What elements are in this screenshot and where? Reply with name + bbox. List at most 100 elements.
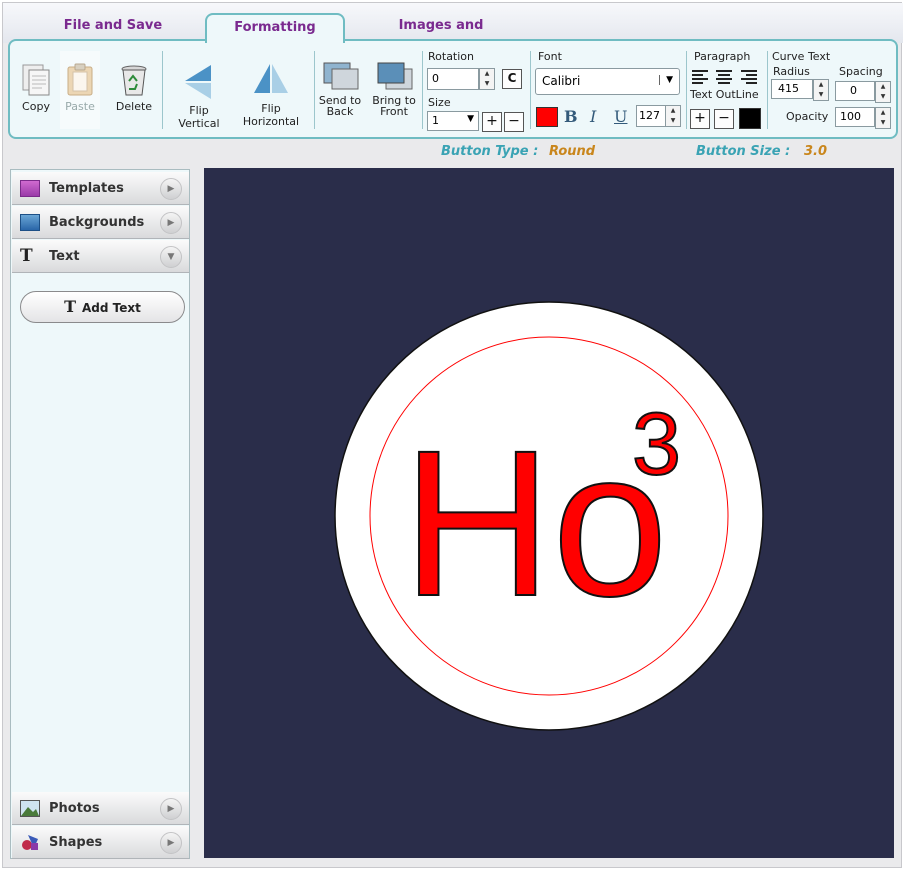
rotation-stepper[interactable]: ▲ ▼ bbox=[479, 68, 495, 90]
outline-increase-button[interactable]: + bbox=[690, 109, 710, 129]
radius-input[interactable]: 415 bbox=[771, 79, 813, 99]
tab-formatting[interactable]: Formatting bbox=[205, 13, 345, 43]
chevron-down-icon: ▼ bbox=[659, 75, 673, 85]
design-canvas[interactable]: Ho 3 bbox=[204, 168, 894, 858]
paragraph-label: Paragraph bbox=[694, 50, 751, 63]
plus-icon: + bbox=[486, 113, 498, 129]
underline-button[interactable]: U bbox=[614, 107, 627, 126]
size-increase-button[interactable]: + bbox=[482, 112, 502, 132]
clipboard-icon bbox=[67, 63, 93, 96]
opacity-input[interactable]: 100 bbox=[835, 107, 875, 127]
bring-to-front-icon bbox=[377, 62, 413, 90]
photos-icon bbox=[20, 800, 40, 817]
send-to-back-icon bbox=[323, 62, 359, 90]
text-icon: T bbox=[20, 246, 33, 266]
spacing-stepper[interactable]: ▲ ▼ bbox=[875, 81, 891, 103]
minus-icon: − bbox=[718, 110, 730, 126]
curve-text-label: Curve Text bbox=[772, 50, 831, 63]
divider bbox=[422, 51, 423, 129]
align-center-icon[interactable] bbox=[716, 68, 732, 84]
rotation-label: Rotation bbox=[428, 50, 475, 63]
align-left-icon[interactable] bbox=[692, 68, 708, 84]
text-icon: T bbox=[64, 297, 77, 316]
opacity-label: Opacity bbox=[786, 110, 829, 123]
sidebar-item-text[interactable]: T Text ▼ bbox=[12, 240, 189, 273]
chevron-down-icon: ▼ bbox=[160, 246, 182, 268]
templates-icon bbox=[20, 180, 40, 197]
size-select[interactable]: 1 ▼ bbox=[427, 111, 479, 131]
sidebar-item-label: Backgrounds bbox=[49, 215, 145, 230]
sidebar-item-label: Text bbox=[49, 249, 80, 264]
main-text[interactable]: Ho bbox=[401, 407, 669, 641]
button-size-label: Button Size : bbox=[696, 144, 791, 159]
sidebar-item-label: Templates bbox=[49, 181, 124, 196]
size-decrease-button[interactable]: − bbox=[504, 112, 524, 132]
delete-button[interactable]: Delete bbox=[114, 63, 154, 113]
sidebar-item-label: Photos bbox=[49, 801, 100, 816]
divider bbox=[767, 51, 768, 129]
app-window: File and Save Formatting Images and Shap… bbox=[2, 2, 903, 868]
button-preview: Ho 3 bbox=[334, 301, 764, 731]
delete-label: Delete bbox=[115, 100, 153, 113]
font-label: Font bbox=[538, 50, 562, 63]
recycle-bin-icon bbox=[121, 65, 147, 96]
bring-to-front-label-2: Front bbox=[380, 105, 408, 118]
size-label: Size bbox=[428, 96, 451, 109]
copy-label: Copy bbox=[22, 100, 50, 113]
chevron-down-icon: ▼ bbox=[467, 114, 474, 124]
rotation-input[interactable]: 0 bbox=[427, 68, 479, 90]
radius-label: Radius bbox=[773, 65, 810, 78]
flip-horizontal-label: Flip Horizontal bbox=[242, 102, 300, 128]
paste-button[interactable]: Paste bbox=[60, 51, 100, 129]
copy-button[interactable]: Copy bbox=[16, 63, 56, 113]
italic-button[interactable]: I bbox=[590, 107, 596, 126]
add-text-label: Add Text bbox=[82, 301, 141, 315]
radius-stepper[interactable]: ▲ ▼ bbox=[813, 79, 829, 101]
outline-decrease-button[interactable]: − bbox=[714, 109, 734, 129]
font-size-stepper[interactable]: ▲ ▼ bbox=[665, 105, 681, 127]
sidebar-item-label: Shapes bbox=[49, 835, 103, 850]
plus-icon: + bbox=[694, 110, 706, 126]
text-color-swatch[interactable] bbox=[536, 107, 558, 127]
sidebar-item-photos[interactable]: Photos ▶ bbox=[12, 792, 189, 825]
superscript-text[interactable]: 3 bbox=[631, 393, 682, 494]
rotation-clear-button[interactable]: C bbox=[502, 69, 522, 89]
paste-label: Paste bbox=[65, 100, 95, 113]
divider bbox=[530, 51, 531, 129]
flip-horizontal-button[interactable]: Flip Horizontal bbox=[234, 61, 308, 128]
sidebar: Templates ▶ Backgrounds ▶ T Text ▼ T Add … bbox=[10, 169, 190, 859]
bring-to-front-button[interactable]: Bring to Front bbox=[370, 59, 418, 117]
bold-button[interactable]: B bbox=[564, 107, 578, 126]
text-outline-label: Text OutLine bbox=[690, 88, 759, 101]
sidebar-item-shapes[interactable]: Shapes ▶ bbox=[12, 826, 189, 859]
chevron-right-icon: ▶ bbox=[160, 178, 182, 200]
outline-color-swatch[interactable] bbox=[739, 108, 761, 129]
font-select[interactable]: Calibri ▼ bbox=[535, 68, 680, 95]
tab-bar: File and Save Formatting Images and Shap… bbox=[3, 3, 903, 59]
opacity-stepper[interactable]: ▲ ▼ bbox=[875, 107, 891, 129]
size-value: 1 bbox=[432, 114, 439, 127]
button-type-value: Round bbox=[549, 144, 596, 159]
align-right-icon[interactable] bbox=[741, 68, 757, 84]
copy-icon bbox=[22, 64, 50, 96]
font-size-input[interactable]: 127 bbox=[636, 105, 666, 127]
formatting-ribbon: Copy Paste Delete Flip Vertical Flip Hor… bbox=[8, 39, 898, 139]
shapes-icon bbox=[22, 835, 38, 850]
add-text-button[interactable]: T Add Text bbox=[20, 291, 185, 323]
button-size-value: 3.0 bbox=[804, 144, 828, 159]
sidebar-item-templates[interactable]: Templates ▶ bbox=[12, 172, 189, 205]
divider bbox=[162, 51, 163, 129]
send-to-back-button[interactable]: Send to Back bbox=[318, 59, 362, 117]
flip-vertical-icon bbox=[185, 65, 211, 99]
flip-vertical-button[interactable]: Flip Vertical bbox=[168, 61, 230, 130]
spacing-label: Spacing bbox=[839, 65, 883, 78]
spacing-input[interactable]: 0 bbox=[835, 81, 875, 101]
minus-icon: − bbox=[508, 113, 520, 129]
divider bbox=[686, 51, 687, 129]
divider bbox=[314, 51, 315, 129]
button-type-label: Button Type : bbox=[441, 144, 539, 159]
flip-vertical-label: Flip Vertical bbox=[178, 104, 220, 130]
font-value: Calibri bbox=[542, 74, 581, 88]
sidebar-item-backgrounds[interactable]: Backgrounds ▶ bbox=[12, 206, 189, 239]
send-to-back-label-2: Back bbox=[326, 105, 354, 118]
